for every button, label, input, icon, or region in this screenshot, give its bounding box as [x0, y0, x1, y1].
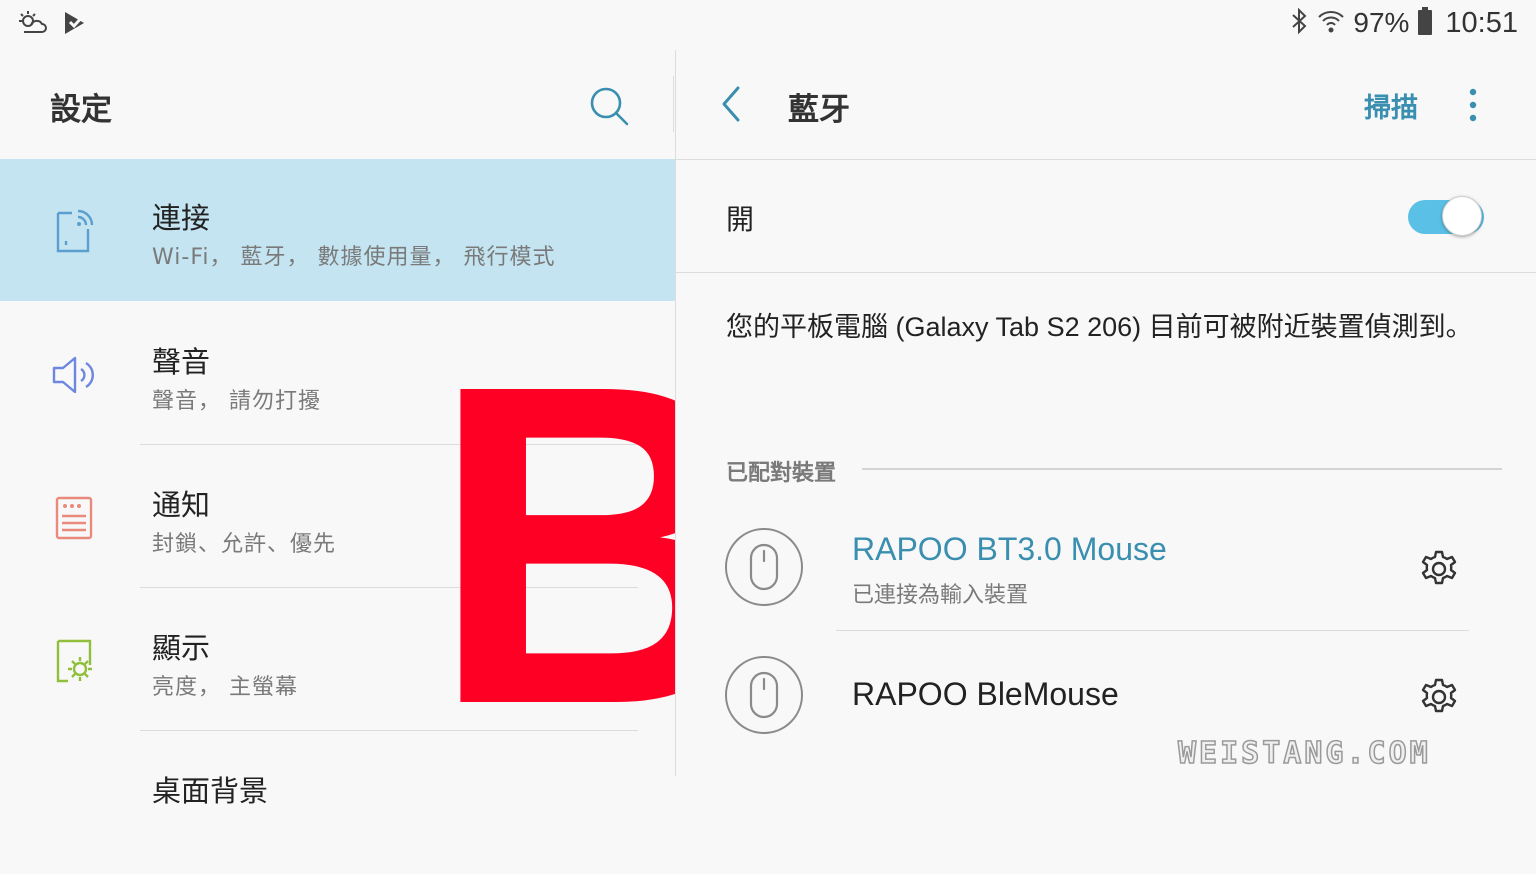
header-divider [673, 76, 674, 132]
device-settings-button[interactable] [1416, 673, 1462, 719]
device-name: RAPOO BT3.0 Mouse [852, 531, 1167, 567]
watermark: WEISTANG.COM [1177, 735, 1431, 772]
back-button[interactable] [714, 82, 750, 126]
mouse-icon [724, 655, 804, 735]
visibility-description: 您的平板電腦 (Galaxy Tab S2 206) 目前可被附近裝置偵測到。 [726, 312, 1473, 342]
menu-item-title: 桌面背景 [152, 774, 269, 808]
page-title: 藍牙 [788, 92, 850, 128]
menu-item-title: 連接 [152, 201, 211, 235]
menu-item-subtitle: 封鎖、允許、優先 [152, 532, 337, 557]
device-name: RAPOO BleMouse [852, 676, 1119, 712]
gear-icon [1421, 550, 1457, 585]
display-icon [50, 637, 98, 685]
toggle-label: 開 [726, 203, 755, 236]
paired-device-row[interactable]: RAPOO BT3.0 Mouse 已連接為輸入裝置 [676, 503, 1536, 631]
notification-icon [50, 494, 98, 542]
device-status: 已連接為輸入裝置 [852, 583, 1029, 608]
connections-icon [50, 207, 98, 255]
speaker-icon [50, 351, 98, 399]
settings-header: 設定 [0, 50, 675, 159]
chevron-left-icon [722, 86, 740, 122]
menu-item-subtitle: 亮度， 主螢幕 [152, 675, 298, 700]
status-right-icons: 97% 10:51 [1289, 6, 1518, 40]
weather-icon [16, 10, 48, 40]
settings-list-pane: 設定 連接 Wi-Fi， 藍牙， 數據使用量， 飛行模式 聲音 聲音， 請勿打擾… [0, 50, 759, 808]
bluetooth-toggle-row[interactable]: 開 [676, 160, 1536, 273]
status-bar: 97% 10:51 [0, 0, 1536, 50]
section-divider [862, 468, 1502, 470]
page-title: 設定 [50, 92, 112, 128]
bluetooth-header: 藍牙 掃描 [676, 50, 1536, 160]
search-button[interactable] [587, 84, 631, 128]
more-vert-icon [1469, 88, 1477, 122]
play-store-download-icon [62, 10, 88, 40]
menu-item-title: 通知 [152, 488, 211, 522]
scan-button[interactable]: 掃描 [1364, 86, 1418, 125]
menu-item-connections[interactable]: 連接 Wi-Fi， 藍牙， 數據使用量， 飛行模式 [0, 159, 675, 301]
device-settings-button[interactable] [1416, 545, 1462, 591]
battery-icon [1417, 6, 1433, 40]
wifi-icon [1317, 7, 1345, 39]
switch-thumb [1442, 196, 1482, 236]
search-icon [590, 87, 629, 126]
section-title: 已配對裝置 [726, 461, 837, 486]
gear-icon [1421, 678, 1457, 713]
bluetooth-switch[interactable] [1408, 196, 1484, 238]
menu-item-title: 顯示 [152, 631, 211, 665]
bluetooth-pane: 藍牙 掃描 開 您的平板電腦 (Galaxy Tab S2 206) 目前可被附… [675, 50, 1536, 776]
battery-percent: 97% [1353, 7, 1410, 38]
more-options-button[interactable] [1458, 84, 1488, 128]
clock: 10:51 [1445, 6, 1518, 39]
bluetooth-icon [1289, 7, 1309, 39]
status-left-icons [16, 10, 88, 40]
menu-item-title: 聲音 [152, 345, 211, 379]
menu-item-subtitle: 聲音， 請勿打擾 [152, 389, 321, 414]
mouse-icon [724, 527, 804, 607]
menu-item-subtitle: Wi-Fi， 藍牙， 數據使用量， 飛行模式 [152, 245, 556, 270]
